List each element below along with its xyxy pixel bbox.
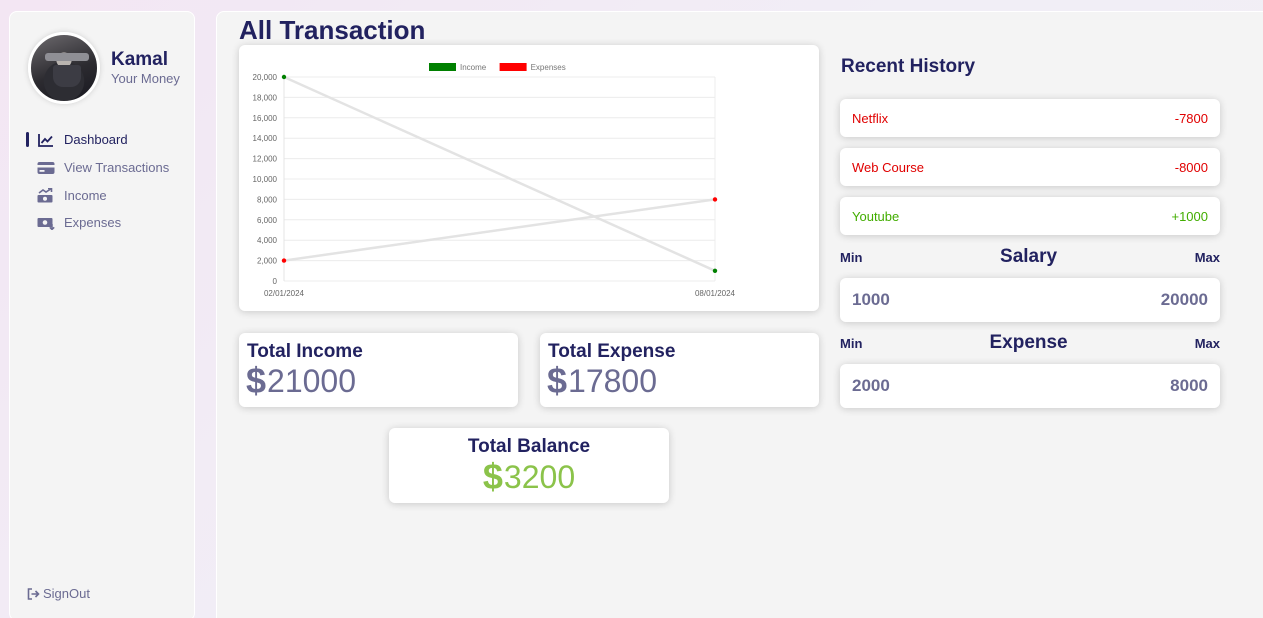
salary-max-label: Max [1194,249,1220,265]
history-item-name: Netflix [852,110,889,126]
sidebar-item-label: Income [64,187,107,203]
profile: Kamal Your Money [28,32,180,104]
expense-range-card: 2000 8000 [840,364,1220,408]
y-tick-label: 8,000 [257,195,278,204]
sidebar-item-label: View Transactions [64,160,170,176]
chart-card: 0 2,000 4,000 6,000 8,000 10,000 12,000 14,000 1… [239,45,819,311]
total-income-value-wrap: $ 21000 [246,360,356,402]
profile-subtitle: Your Money [111,71,180,86]
history-item-amount: -8000 [1174,159,1208,175]
y-tick-label: 12,000 [253,155,278,164]
recent-history-title: Recent History [841,56,976,77]
total-balance-value-wrap: $ 3200 [389,456,669,498]
y-tick-label: 18,000 [253,93,278,102]
sidebar-item-label: Expenses [64,215,122,231]
dollar-icon: $ [482,456,503,497]
expense-min-value: 2000 [852,376,890,395]
salary-min-value: 1000 [852,290,890,309]
salary-min-label: Min [840,249,863,265]
series-line [283,75,716,272]
total-income-card: Total Income $ 21000 [239,333,518,407]
history-item[interactable]: Web Course -8000 [840,148,1220,186]
profile-name: Kamal [111,49,169,70]
y-tick-label: 2,000 [257,257,278,266]
legend-swatch [499,63,527,71]
total-expense-card: Total Expense $ 17800 [540,333,819,407]
y-tick-label: 14,000 [253,134,278,143]
salary-title: Salary [1000,246,1058,267]
page-title: All Transaction [239,15,426,45]
transactions-chart: 0 2,000 4,000 6,000 8,000 10,000 12,000 14,000 1… [253,63,736,298]
total-income-value: 21000 [267,362,357,399]
total-expense-value-wrap: $ 17800 [547,360,657,402]
y-tick-label: 0 [273,277,278,286]
sidebar-nav: Dashboard View Transactions Income Expen… [26,126,169,237]
sidebar: Kamal Your Money Dashboard View Transact… [9,11,195,618]
legend-label: Income [460,63,487,72]
total-balance-card: Total Balance $ 3200 [389,428,669,503]
legend-swatch [429,63,456,71]
total-expense-value: 17800 [568,362,658,399]
dollar-icon: $ [547,360,568,401]
expense-header: Min Expense Max [840,332,1220,354]
y-tick-label: 16,000 [253,114,278,123]
dollar-icon: $ [246,360,267,401]
sidebar-item-expenses[interactable]: Expenses [26,209,169,237]
y-tick-label: 10,000 [253,175,278,184]
total-balance-value: 3200 [503,458,576,495]
x-tick-label: 08/01/2024 [695,289,736,298]
chart-line-icon [37,132,55,147]
signout-label: SignOut [43,586,90,601]
y-tick-label: 20,000 [253,73,278,82]
salary-range-card: 1000 20000 [840,278,1220,322]
sidebar-item-income[interactable]: Income [26,181,169,209]
history-item[interactable]: Netflix -7800 [840,99,1220,137]
expense-min-label: Min [840,335,863,351]
series-line [283,198,716,262]
credit-card-icon [37,160,55,175]
sign-out-icon [26,586,40,601]
expense-max-label: Max [1194,335,1220,351]
x-tick-label: 02/01/2024 [264,289,305,298]
legend-label: Expenses [531,63,566,72]
signout-button[interactable]: SignOut [26,586,90,601]
y-tick-label: 6,000 [257,216,278,225]
money-bill-trend-up-icon [37,187,55,203]
data-point [281,74,287,80]
history-item-name: Youtube [852,208,900,224]
expense-max-value: 8000 [1170,376,1208,395]
expense-title: Expense [989,332,1068,353]
sidebar-item-label: Dashboard [64,132,128,148]
sidebar-item-dashboard[interactable]: Dashboard [26,126,169,154]
history-item-amount: +1000 [1171,208,1208,224]
history-item-name: Web Course [852,159,925,175]
avatar [28,32,100,104]
total-balance-title: Total Balance [467,436,591,457]
money-bill-down-icon [37,215,55,231]
history-item-amount: -7800 [1174,110,1208,126]
y-tick-label: 4,000 [257,236,278,245]
salary-header: Min Salary Max [840,246,1220,268]
history-item[interactable]: Youtube +1000 [840,197,1220,235]
data-point [281,258,287,263]
salary-max-value: 20000 [1160,290,1208,309]
sidebar-item-view-transactions[interactable]: View Transactions [26,154,169,182]
data-point [712,197,718,202]
data-point [712,268,718,273]
